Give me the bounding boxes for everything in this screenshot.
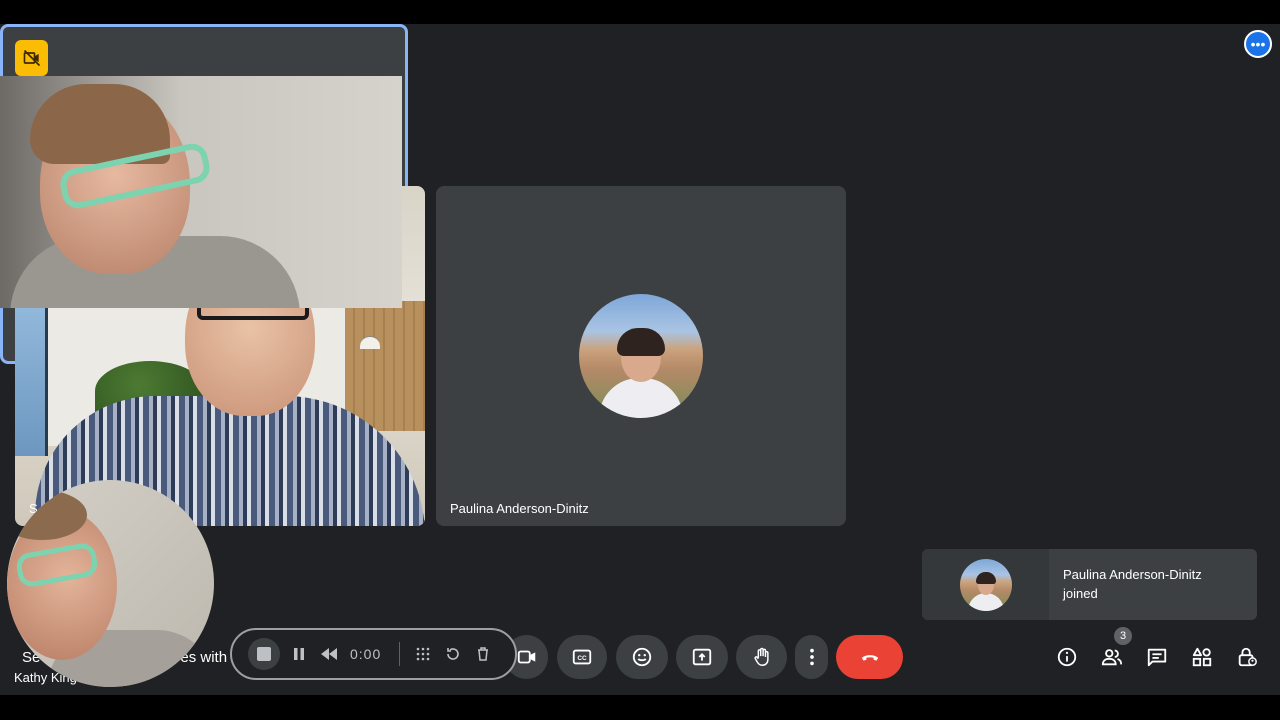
participants-count-badge: 3 — [1114, 627, 1132, 645]
recording-time: 0:00 — [350, 646, 382, 662]
chat-icon[interactable] — [1145, 645, 1169, 669]
closed-caption-icon: CC — [572, 649, 592, 665]
join-notification: Paulina Anderson-Dinitz joined — [922, 549, 1257, 620]
emoji-button[interactable] — [616, 635, 668, 679]
leave-call-button[interactable] — [836, 635, 903, 679]
shapes-icon[interactable] — [1190, 645, 1214, 669]
grid-icon[interactable] — [408, 639, 438, 669]
letterbox-bottom — [0, 695, 1280, 720]
recorder-bar: 0:00 — [230, 628, 517, 680]
participant-tile[interactable]: Paulina Anderson-Dinitz — [436, 186, 846, 526]
present-screen-icon — [692, 648, 712, 666]
notification-action: joined — [1063, 586, 1098, 601]
people-icon[interactable] — [1100, 645, 1124, 669]
self-view[interactable] — [7, 480, 214, 687]
letterbox-top — [0, 0, 1280, 24]
avatar — [579, 294, 703, 418]
divider — [399, 642, 401, 666]
lock-person-icon[interactable] — [1235, 645, 1259, 669]
stop-button[interactable] — [248, 638, 280, 670]
participant-name: Paulina Anderson-Dinitz — [450, 501, 589, 516]
delete-icon[interactable] — [468, 639, 498, 669]
captions-button[interactable]: CC — [557, 635, 607, 679]
video-feed — [0, 76, 402, 308]
info-icon[interactable] — [1055, 645, 1079, 669]
meeting-stage: S Paulina Anderson-Dinitz ••• Kathy King — [0, 24, 1280, 695]
more-options-button[interactable] — [795, 635, 828, 679]
rewind-icon[interactable] — [314, 639, 344, 669]
emoji-icon — [632, 647, 652, 667]
videocam-icon — [517, 650, 535, 664]
call-end-icon — [861, 655, 878, 661]
more-vert-icon — [809, 648, 814, 666]
more-horiz-icon[interactable]: ••• — [1244, 30, 1272, 58]
svg-text:CC: CC — [577, 655, 587, 662]
present-button[interactable] — [676, 635, 728, 679]
restart-icon[interactable] — [438, 639, 468, 669]
avatar — [959, 558, 1012, 611]
pause-icon[interactable] — [284, 639, 314, 669]
hand-icon — [753, 647, 769, 666]
notification-name: Paulina Anderson-Dinitz — [1063, 567, 1202, 582]
raise-hand-button[interactable] — [736, 635, 787, 679]
camera-off-icon[interactable] — [15, 40, 48, 76]
